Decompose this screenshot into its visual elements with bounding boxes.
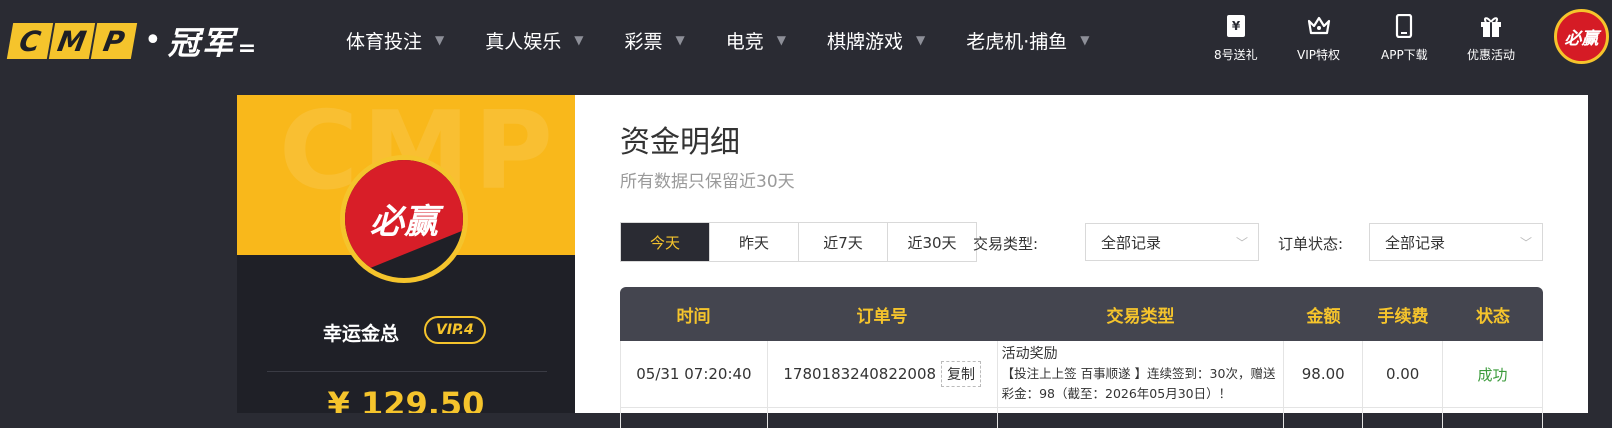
- type-detail: 【投注上上签 百事顺遂 】连续签到：30次，赠送彩金：98（截至：2026年05…: [1001, 366, 1276, 401]
- tool-label: APP下载: [1381, 48, 1428, 62]
- cell-empty: [1284, 408, 1364, 428]
- table-row-partial: [620, 408, 1543, 428]
- nav-label: 真人娱乐: [485, 30, 562, 53]
- cell-empty: [1443, 408, 1543, 428]
- table-row: 05/31 07:20:40 1780183240822008 复制 活动奖励 …: [620, 341, 1543, 408]
- order-number: 1780183240822008: [783, 365, 937, 383]
- col-time: 时间: [676, 306, 711, 327]
- cell-empty: [998, 408, 1285, 428]
- tab-last-30-days[interactable]: 近30天: [888, 223, 976, 261]
- page-title: 资金明细: [620, 125, 740, 160]
- gift-box-icon: [1479, 14, 1503, 38]
- fund-details-panel: 资金明细 所有数据只保留近30天 今天 昨天 近7天 近30天 交易类型: 全部…: [575, 95, 1588, 428]
- chevron-down-icon: ▼: [435, 33, 445, 47]
- svg-text:¥: ¥: [1232, 19, 1241, 33]
- copy-button[interactable]: 复制: [941, 361, 982, 387]
- cell-order: 1780183240822008 复制: [768, 341, 998, 407]
- profile-card: CMP 必赢 幸运金总 VIP.4 ¥ 129.50: [237, 95, 575, 413]
- avatar-text: 必赢: [1564, 29, 1599, 49]
- transaction-type-select[interactable]: 全部记录 ﹀: [1085, 223, 1259, 261]
- tab-today[interactable]: 今天: [621, 223, 710, 261]
- chevron-down-icon: ﹀: [1235, 235, 1248, 250]
- cell-amount: 98.00: [1284, 341, 1364, 407]
- vip-level-badge: VIP.4: [424, 316, 486, 344]
- profile-avatar[interactable]: 必赢: [340, 155, 468, 283]
- logo-letter: M: [48, 23, 96, 59]
- col-amount: 金额: [1306, 306, 1341, 327]
- transaction-type-label: 交易类型:: [973, 235, 1039, 253]
- chevron-down-icon: ▼: [675, 33, 685, 47]
- nav-item-live-casino[interactable]: 真人娱乐 ▼: [485, 27, 583, 54]
- gift-envelope-icon: ¥: [1224, 14, 1248, 38]
- crown-icon: [1307, 14, 1331, 38]
- fund-details-table: 时间 订单号 交易类型 金额 手续费 状态 05/31 07:20:40 178…: [620, 287, 1543, 428]
- cell-empty: [621, 408, 768, 428]
- nav-label: 棋牌游戏: [827, 30, 904, 53]
- chevron-down-icon: ▼: [574, 33, 584, 47]
- logo-cn-text: 冠军: [167, 24, 236, 62]
- cell-fee: 0.00: [1363, 341, 1444, 407]
- table-header: 时间 订单号 交易类型 金额 手续费 状态: [620, 287, 1543, 341]
- logo-letter: C: [6, 23, 54, 59]
- cell-status: 成功: [1443, 341, 1543, 407]
- nav-label: 老虎机·捕鱼: [966, 30, 1068, 53]
- chevron-down-icon: ▼: [776, 33, 786, 47]
- logo-dot: •: [144, 23, 162, 58]
- col-order-no: 订单号: [856, 306, 908, 327]
- order-status-select[interactable]: 全部记录 ﹀: [1369, 223, 1543, 261]
- phone-icon: [1392, 14, 1416, 38]
- chevron-down-icon: ▼: [1080, 33, 1090, 47]
- nav-item-slots-fishing[interactable]: 老虎机·捕鱼 ▼: [966, 27, 1089, 54]
- promotions-link[interactable]: 优惠活动: [1467, 14, 1515, 63]
- chevron-down-icon: ﹀: [1519, 235, 1532, 250]
- cell-empty: [1363, 408, 1444, 428]
- avatar-text: 必赢: [370, 202, 438, 242]
- tool-label: 优惠活动: [1467, 48, 1516, 62]
- tool-label: 8号送礼: [1214, 48, 1258, 62]
- nav-label: 电竞: [725, 30, 764, 53]
- username: 幸运金总: [323, 323, 400, 345]
- nav-item-lottery[interactable]: 彩票 ▼: [625, 27, 685, 54]
- select-value: 全部记录: [1101, 233, 1162, 252]
- nav-label: 彩票: [624, 30, 663, 53]
- account-balance: ¥ 129.50: [327, 385, 485, 413]
- main-nav: 体育投注 ▼ 真人娱乐 ▼ 彩票 ▼ 电竞 ▼ 棋牌游戏 ▼ 老虎机·捕鱼 ▼: [346, 0, 1131, 80]
- cell-time: 05/31 07:20:40: [621, 341, 768, 407]
- date-range-tabs: 今天 昨天 近7天 近30天: [620, 222, 977, 262]
- cell-type: 活动奖励 【投注上上签 百事顺遂 】连续签到：30次，赠送彩金：98（截至：20…: [998, 341, 1285, 407]
- cell-empty: [768, 408, 998, 428]
- order-status-label: 订单状态:: [1278, 235, 1344, 253]
- col-transaction-type: 交易类型: [1106, 306, 1175, 327]
- tab-last-7-days[interactable]: 近7天: [799, 223, 888, 261]
- chevron-down-icon: ▼: [916, 33, 926, 47]
- nav-label: 体育投注: [346, 30, 423, 53]
- user-avatar[interactable]: 必赢: [1554, 9, 1609, 64]
- type-title: 活动奖励: [1001, 346, 1058, 362]
- tab-yesterday[interactable]: 昨天: [710, 223, 799, 261]
- logo-tail-mark: =: [237, 35, 257, 61]
- cmp-logo[interactable]: C M P • 冠军 =: [6, 18, 257, 64]
- divider: [267, 371, 547, 372]
- col-fee: 手续费: [1377, 306, 1429, 327]
- app-download-link[interactable]: APP下载: [1381, 14, 1428, 63]
- page-subtitle: 所有数据只保留近30天: [620, 172, 795, 192]
- top-nav-bar: C M P • 冠军 = 体育投注 ▼ 真人娱乐 ▼ 彩票 ▼ 电竞 ▼ 棋牌游…: [0, 0, 1612, 80]
- gift-8th-link[interactable]: ¥ 8号送礼: [1214, 14, 1258, 63]
- select-value: 全部记录: [1385, 233, 1446, 252]
- nav-item-sports[interactable]: 体育投注 ▼: [346, 27, 444, 54]
- nav-item-esports[interactable]: 电竞 ▼: [726, 27, 786, 54]
- col-status: 状态: [1476, 306, 1510, 327]
- logo-letter: P: [90, 23, 138, 59]
- tool-label: VIP特权: [1297, 48, 1340, 62]
- nav-item-card-games[interactable]: 棋牌游戏 ▼: [827, 27, 925, 54]
- vip-privilege-link[interactable]: VIP特权: [1297, 14, 1340, 63]
